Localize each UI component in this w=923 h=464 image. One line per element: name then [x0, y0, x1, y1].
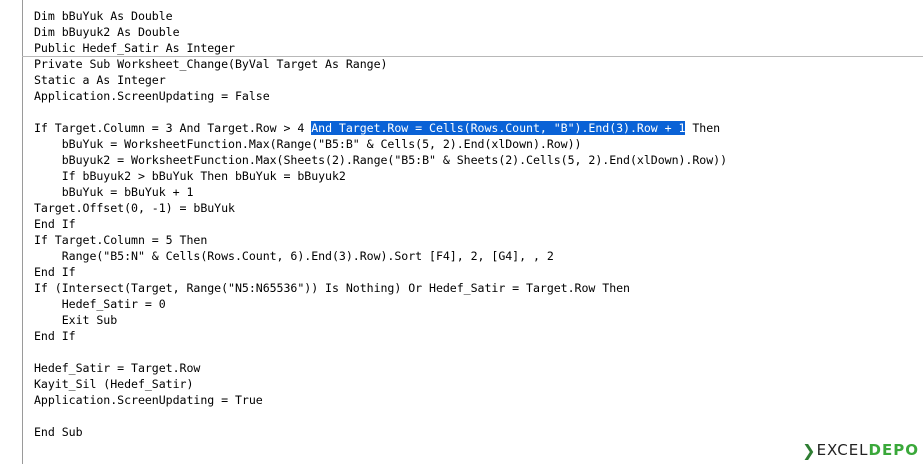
code-line: bBuYuk = bBuYuk + 1 [34, 185, 194, 199]
vba-code-editor[interactable]: Dim bBuYuk As Double Dim bBuyuk2 As Doub… [0, 0, 923, 464]
code-line: Dim bBuYuk As Double [34, 9, 173, 23]
code-line: Application.ScreenUpdating = False [34, 89, 270, 103]
code-line: Hedef_Satir = 0 [34, 297, 166, 311]
code-line: Application.ScreenUpdating = True [34, 393, 263, 407]
code-line: Range("B5:N" & Cells(Rows.Count, 6).End(… [34, 249, 554, 263]
selected-text[interactable]: And Target.Row = Cells(Rows.Count, "B").… [311, 121, 685, 135]
code-line: If Target.Column = 5 Then [34, 233, 208, 247]
watermark-text-excel: EXCEL [816, 441, 869, 459]
margin-indicator-bar [0, 0, 23, 464]
chevron-right-icon: ❯ [802, 440, 816, 460]
code-line: Target.Offset(0, -1) = bBuYuk [34, 201, 235, 215]
code-line: Kayit_Sil (Hedef_Satir) [34, 377, 194, 391]
code-line: Static a As Integer [34, 73, 166, 87]
code-line: bBuYuk = WorksheetFunction.Max(Range("B5… [34, 137, 582, 151]
code-line: Hedef_Satir = Target.Row [34, 361, 201, 375]
code-text: If Target.Column = 3 And Target.Row > 4 [34, 121, 312, 135]
code-line: End If [34, 329, 76, 343]
code-line: Private Sub Worksheet_Change(ByVal Targe… [34, 57, 388, 71]
code-line: Dim bBuyuk2 As Double [34, 25, 180, 39]
watermark-text-depo: DEPO [868, 441, 919, 459]
excel-depo-watermark-logo: ❯ EXCEL DEPO [802, 439, 919, 461]
code-line: If bBuyuk2 > bBuYuk Then bBuYuk = bBuyuk… [34, 169, 346, 183]
code-line: If (Intersect(Target, Range("N5:N65536")… [34, 281, 630, 295]
code-line: End Sub [34, 425, 83, 439]
code-text: Then [685, 121, 721, 135]
code-area[interactable]: Dim bBuYuk As Double Dim bBuyuk2 As Doub… [34, 8, 727, 440]
code-line: Exit Sub [34, 313, 118, 327]
code-line-with-selection: If Target.Column = 3 And Target.Row > 4 … [34, 120, 727, 136]
code-line: End If [34, 265, 76, 279]
code-line: End If [34, 217, 76, 231]
code-line: Public Hedef_Satir As Integer [34, 41, 235, 55]
code-line: bBuyuk2 = WorksheetFunction.Max(Sheets(2… [34, 153, 728, 167]
